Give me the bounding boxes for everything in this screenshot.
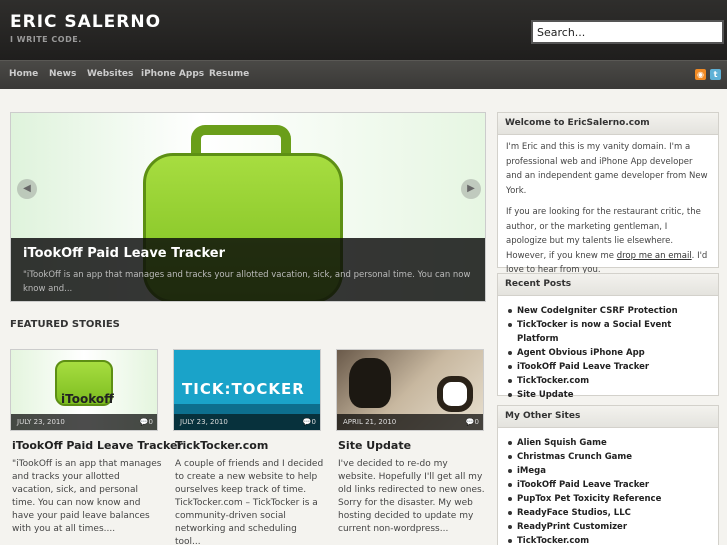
card-title[interactable]: Site Update	[338, 439, 411, 452]
dog-photo-shape	[437, 376, 473, 412]
main-nav: Home News Websites iPhone Apps Resume	[0, 60, 727, 89]
comment-count[interactable]: 💬0	[140, 414, 153, 430]
nav-item-home[interactable]: Home	[9, 69, 38, 79]
slide-caption: iTookOff Paid Leave Tracker "iTookOff is…	[11, 238, 485, 301]
welcome-widget: Welcome to EricSalerno.com I'm Eric and …	[497, 112, 719, 275]
card-title[interactable]: iTookOff Paid Leave Tracker	[12, 439, 183, 452]
card-thumbnail[interactable]: TICK:TOCKER JULY 23, 2010 💬0	[173, 349, 321, 431]
card-thumbnail[interactable]: APRIL 21, 2010 💬0	[336, 349, 484, 431]
recent-posts-widget: Recent Posts New CodeIgniter CSRF Protec…	[497, 273, 719, 400]
other-site-link[interactable]: Alien Squish Game	[506, 436, 710, 450]
recent-post-link[interactable]: iTookOff Paid Leave Tracker	[506, 360, 710, 374]
other-site-link[interactable]: Christmas Crunch Game	[506, 450, 710, 464]
dog-photo-shape	[349, 358, 391, 408]
card-title[interactable]: TickTocker.com	[175, 439, 268, 452]
slide-excerpt: "iTookOff is an app that manages and tra…	[23, 270, 471, 294]
rss-icon[interactable]: ◉	[695, 69, 706, 80]
widget-body: I'm Eric and this is my vanity domain. I…	[498, 135, 718, 290]
welcome-paragraph: I'm Eric and this is my vanity domain. I…	[506, 142, 708, 196]
twitter-icon[interactable]: t	[710, 69, 721, 80]
card-date: APRIL 21, 2010	[337, 414, 483, 430]
prev-arrow-icon[interactable]: ◀	[17, 179, 37, 199]
comment-count[interactable]: 💬0	[303, 414, 316, 430]
nav-item-iphone-apps[interactable]: iPhone Apps	[141, 69, 204, 79]
site-title[interactable]: ERIC SALERNO	[10, 12, 161, 32]
widget-title: Welcome to EricSalerno.com	[498, 113, 718, 135]
other-site-link[interactable]: TickTocker.com	[506, 534, 710, 545]
next-arrow-icon[interactable]: ▶	[461, 179, 481, 199]
welcome-paragraph: If you are looking for the restaurant cr…	[506, 207, 708, 275]
card-excerpt: A couple of friends and I decided to cre…	[175, 459, 324, 545]
recent-post-link[interactable]: TickTocker.com	[506, 374, 710, 388]
featured-heading: FEATURED STORIES	[10, 319, 120, 330]
ticktocker-logo: TICK:TOCKER	[182, 380, 305, 398]
card-logo-text: iTookoff	[61, 392, 114, 406]
nav-item-news[interactable]: News	[49, 69, 76, 79]
widget-title: Recent Posts	[498, 274, 718, 296]
nav-item-websites[interactable]: Websites	[87, 69, 133, 79]
card-date: JULY 23, 2010	[174, 414, 320, 430]
site-header: ERIC SALERNO I WRITE CODE.	[0, 0, 727, 60]
nav-item-resume[interactable]: Resume	[209, 69, 249, 79]
other-site-link[interactable]: PupTox Pet Toxicity Reference	[506, 492, 710, 506]
other-site-link[interactable]: ReadyPrint Customizer	[506, 520, 710, 534]
widget-body: Alien Squish Game Christmas Crunch Game …	[498, 428, 718, 545]
search-input[interactable]	[531, 20, 724, 44]
other-site-link[interactable]: ReadyFace Studios, LLC	[506, 506, 710, 520]
card-thumbnail[interactable]: iTookoff JULY 23, 2010 💬0	[10, 349, 158, 431]
recent-post-link[interactable]: Site Update	[506, 388, 710, 402]
slide-title[interactable]: iTookOff Paid Leave Tracker	[23, 246, 225, 261]
recent-post-link[interactable]: New CodeIgniter CSRF Protection	[506, 304, 710, 318]
other-sites-widget: My Other Sites Alien Squish Game Christm…	[497, 405, 719, 545]
widget-body: New CodeIgniter CSRF Protection TickTock…	[498, 296, 718, 407]
logo-banner-strip	[174, 404, 320, 414]
recent-post-link[interactable]: Agent Obvious iPhone App	[506, 346, 710, 360]
card-excerpt: I've decided to re-do my website. Hopefu…	[338, 459, 485, 534]
widget-title: My Other Sites	[498, 406, 718, 428]
card-date: JULY 23, 2010	[11, 414, 157, 430]
featured-slider[interactable]: iTookoff ◀ ▶ iTookOff Paid Leave Tracker…	[10, 112, 486, 302]
site-tagline: I WRITE CODE.	[10, 35, 82, 44]
recent-post-link[interactable]: TickTocker is now a Social Event Platfor…	[506, 318, 710, 346]
other-site-link[interactable]: iTookOff Paid Leave Tracker	[506, 478, 710, 492]
comment-count[interactable]: 💬0	[466, 414, 479, 430]
card-excerpt: "iTookOff is an app that manages and tra…	[12, 459, 162, 534]
email-link[interactable]: drop me an email	[617, 251, 692, 261]
other-site-link[interactable]: iMega	[506, 464, 710, 478]
